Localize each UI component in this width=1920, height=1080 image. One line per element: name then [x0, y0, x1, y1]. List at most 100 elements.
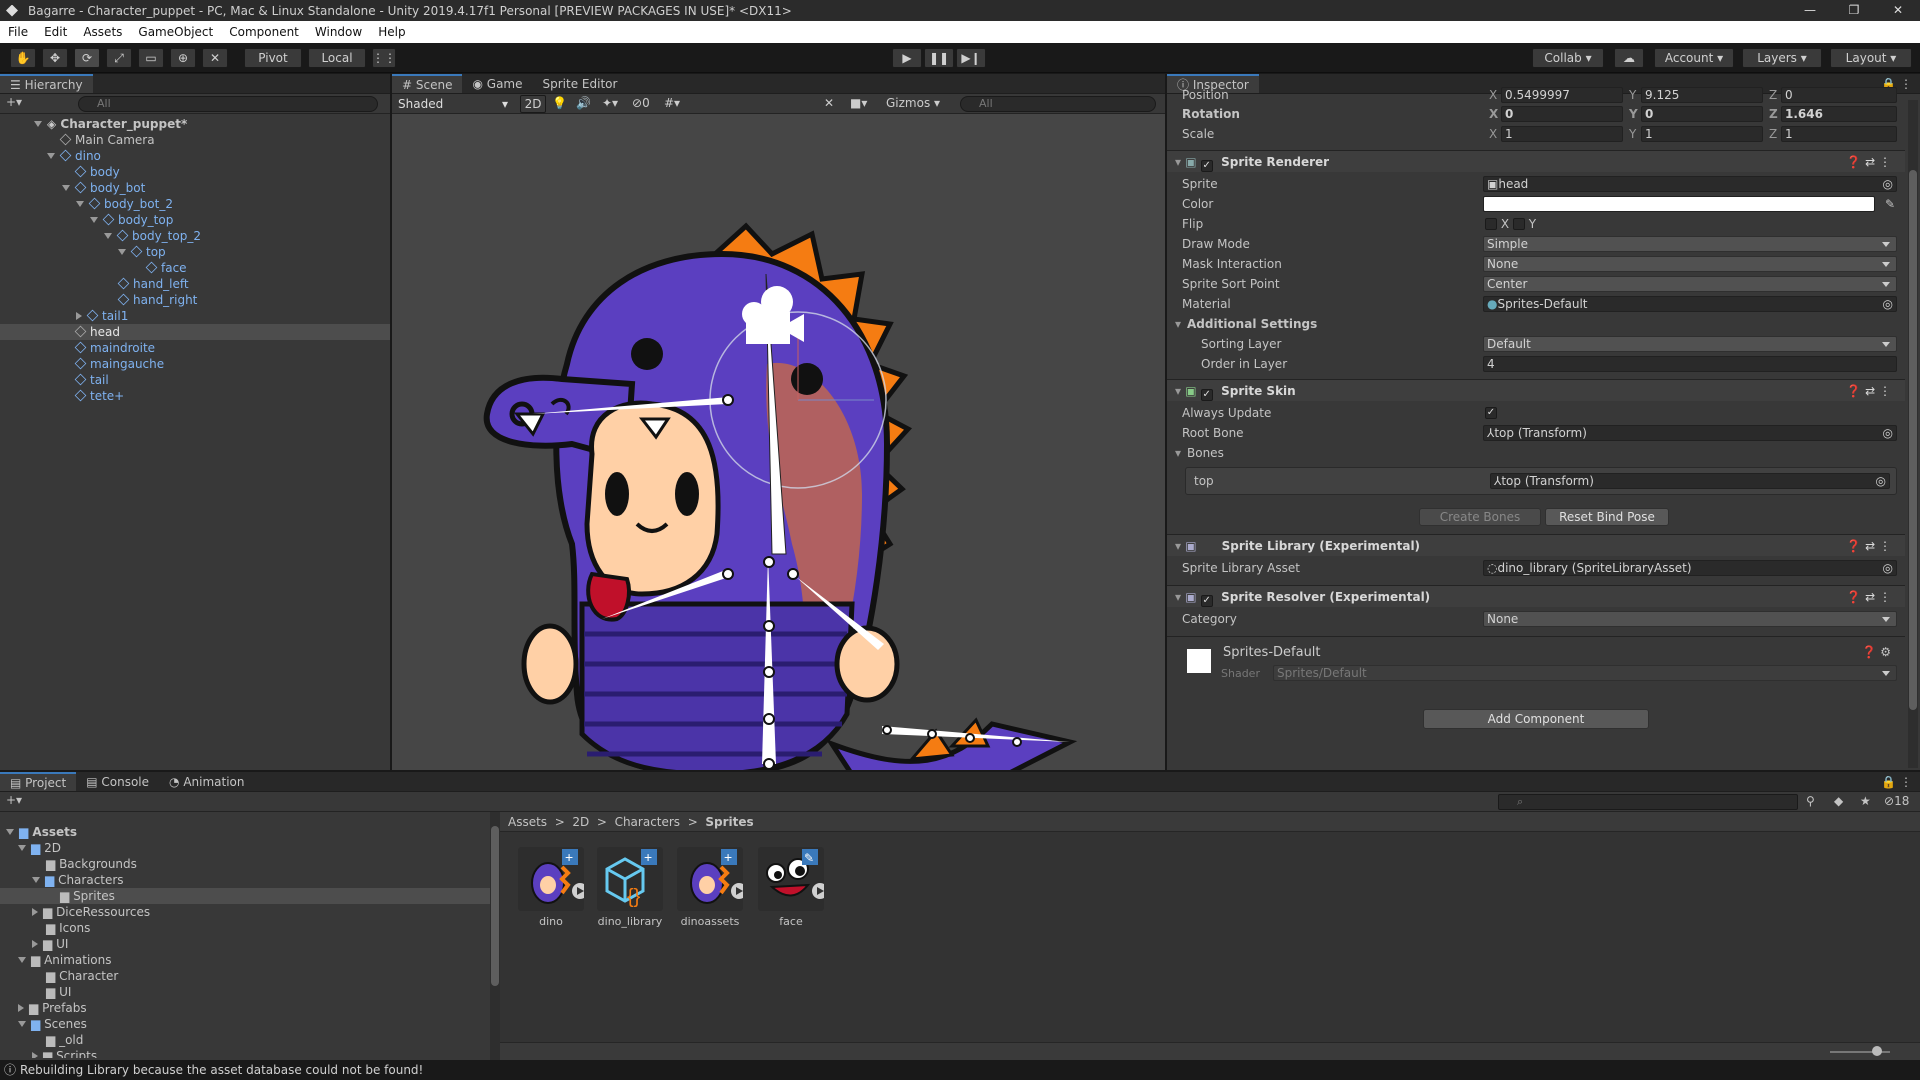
sprite-skin-header[interactable]: ▾ ▣ ✓ Sprite Skin ❓ ⇄ ⋮	[1167, 379, 1905, 401]
menu-assets[interactable]: Assets	[75, 25, 130, 39]
material-field[interactable]: ●Sprites-Default ◎	[1483, 296, 1897, 312]
scene-search-input[interactable]: All	[960, 96, 1156, 112]
sprite-resolver-enabled-checkbox[interactable]: ✓	[1200, 595, 1213, 607]
tree-item[interactable]: dino	[0, 148, 390, 164]
hidden-packages-icon[interactable]: ⊘18	[1884, 794, 1909, 808]
hand-tool-icon[interactable]: ✋	[10, 48, 36, 68]
layout-dropdown[interactable]: Layout ▾	[1830, 48, 1912, 68]
breadcrumb-item[interactable]: 2D	[572, 815, 589, 829]
position-z-field[interactable]: 0	[1781, 87, 1897, 103]
status-message[interactable]: Rebuilding Library because the asset dat…	[20, 1063, 423, 1077]
tree-item[interactable]: maindroite	[0, 340, 390, 356]
move-tool-icon[interactable]: ✥	[42, 48, 68, 68]
color-swatch[interactable]	[1483, 196, 1875, 212]
component-menu-icons[interactable]: ❓ ⇄ ⋮	[1846, 535, 1891, 557]
component-menu-icons[interactable]: ❓ ⇄ ⋮	[1846, 586, 1891, 608]
create-bones-button[interactable]: Create Bones	[1419, 508, 1541, 526]
bone-transform-field[interactable]: ⅄top (Transform) ◎	[1490, 473, 1890, 489]
maximize-icon[interactable]: ❐	[1832, 0, 1876, 21]
breadcrumb-item[interactable]: Characters	[615, 815, 681, 829]
flip-x-checkbox[interactable]	[1485, 218, 1497, 230]
tab-hierarchy[interactable]: ☰ Hierarchy	[0, 74, 93, 93]
folder-item-selected[interactable]: ▆ Sprites	[0, 888, 490, 904]
tree-item[interactable]: body_bot_2	[0, 196, 390, 212]
tree-item[interactable]: tail	[0, 372, 390, 388]
scale-z-field[interactable]: 1	[1781, 126, 1897, 142]
asset-tile[interactable]: + dinoassets	[670, 847, 750, 928]
menu-window[interactable]: Window	[307, 25, 370, 39]
tree-item[interactable]: top	[0, 244, 390, 260]
shader-dropdown[interactable]: Sprites/Default	[1273, 665, 1897, 681]
cloud-icon[interactable]: ☁	[1614, 48, 1644, 68]
custom-tool-icon[interactable]: ✕	[202, 48, 228, 68]
folder-item[interactable]: ▆ Scripts	[0, 1048, 490, 1058]
project-search-input[interactable]: ⌕	[1498, 794, 1798, 810]
account-dropdown[interactable]: Account ▾	[1654, 48, 1734, 68]
sprite-renderer-enabled-checkbox[interactable]: ✓	[1200, 160, 1213, 172]
scene-root[interactable]: ◈ Character_puppet*	[0, 116, 390, 132]
material-settings-icon[interactable]: ❓ ⚙	[1861, 645, 1891, 659]
sorting-layer-dropdown[interactable]: Default	[1483, 336, 1897, 352]
folder-item[interactable]: ▆ Characters	[0, 872, 490, 888]
tree-item[interactable]: body	[0, 164, 390, 180]
folder-tree-scrollbar[interactable]	[490, 812, 500, 1060]
asset-tile[interactable]: ✎ face	[751, 847, 831, 928]
layers-dropdown[interactable]: Layers ▾	[1742, 48, 1822, 68]
breadcrumb-item[interactable]: Assets	[508, 815, 547, 829]
menu-help[interactable]: Help	[370, 25, 413, 39]
lighting-icon[interactable]: 💡	[552, 96, 567, 110]
rotate-tool-icon[interactable]: ⟳	[74, 48, 100, 68]
transform-tool-icon[interactable]: ⊕	[170, 48, 196, 68]
effects-icon[interactable]: ✦▾	[602, 96, 618, 110]
asset-tile[interactable]: + dino	[511, 847, 591, 928]
minimize-icon[interactable]: —	[1788, 0, 1832, 21]
folder-item[interactable]: ▆ Scenes	[0, 1016, 490, 1032]
collab-button[interactable]: Collab ▾	[1532, 48, 1604, 68]
character-sprite-view[interactable]	[392, 114, 1165, 770]
menu-gameobject[interactable]: GameObject	[130, 25, 221, 39]
filter-type-icon[interactable]: ⚲	[1806, 794, 1815, 808]
draw-mode-dropdown[interactable]: Simple	[1483, 236, 1897, 252]
tab-game[interactable]: ◉ Game	[462, 74, 532, 93]
filter-label-icon[interactable]: ◆	[1834, 794, 1843, 808]
panel-menu-icon[interactable]: ⋮	[1900, 775, 1912, 789]
reset-bind-pose-button[interactable]: Reset Bind Pose	[1545, 508, 1669, 526]
tools-icon[interactable]: ✕	[824, 96, 834, 110]
rotation-y-field[interactable]: 0	[1641, 106, 1763, 122]
tree-item[interactable]: body_bot	[0, 180, 390, 196]
always-update-checkbox[interactable]: ✓	[1485, 407, 1497, 419]
play-button[interactable]: ▶	[892, 48, 922, 68]
create-asset-button[interactable]: +▾	[6, 793, 22, 807]
tree-item[interactable]: Main Camera	[0, 132, 390, 148]
tab-project[interactable]: ▤ Project	[0, 772, 77, 791]
menu-component[interactable]: Component	[221, 25, 307, 39]
hierarchy-search-input[interactable]: All	[78, 96, 378, 112]
sprite-library-header[interactable]: ▾ ▣ Sprite Library (Experimental) ❓ ⇄ ⋮	[1167, 534, 1905, 556]
sprite-renderer-header[interactable]: ▾ ▣ ✓ Sprite Renderer ❓ ⇄ ⋮	[1167, 150, 1905, 172]
component-menu-icons[interactable]: ❓ ⇄ ⋮	[1846, 151, 1891, 173]
folder-item[interactable]: ▆ Icons	[0, 920, 490, 936]
sort-point-dropdown[interactable]: Center	[1483, 276, 1897, 292]
camera-icon[interactable]: ■▾	[850, 96, 867, 110]
scale-y-field[interactable]: 1	[1641, 126, 1763, 142]
grid-icon[interactable]: #▾	[664, 96, 680, 110]
folder-item[interactable]: ▆ UI	[0, 936, 490, 952]
add-object-button[interactable]: +▾	[6, 95, 22, 109]
folder-item[interactable]: ▆ Backgrounds	[0, 856, 490, 872]
tree-item[interactable]: hand_left	[0, 276, 390, 292]
sprite-library-asset-field[interactable]: ◌dino_library (SpriteLibraryAsset) ◎	[1483, 560, 1897, 576]
tab-animation[interactable]: ◔ Animation	[159, 772, 254, 791]
pivot-toggle[interactable]: Pivot	[244, 48, 302, 68]
hidden-objects-icon[interactable]: ⊘0	[632, 96, 650, 110]
position-y-field[interactable]: 9.125	[1641, 87, 1763, 103]
2d-toggle[interactable]: 2D	[520, 95, 546, 113]
menu-file[interactable]: File	[0, 25, 36, 39]
tree-item[interactable]: hand_right	[0, 292, 390, 308]
category-dropdown[interactable]: None	[1483, 611, 1897, 627]
tree-item[interactable]: body_top_2	[0, 228, 390, 244]
asset-tile[interactable]: {} + dino_library	[590, 847, 670, 928]
folder-item[interactable]: ▆ Character	[0, 968, 490, 984]
tree-item[interactable]: face	[0, 260, 390, 276]
tree-item[interactable]: body_top	[0, 212, 390, 228]
flip-y-checkbox[interactable]	[1512, 218, 1525, 230]
